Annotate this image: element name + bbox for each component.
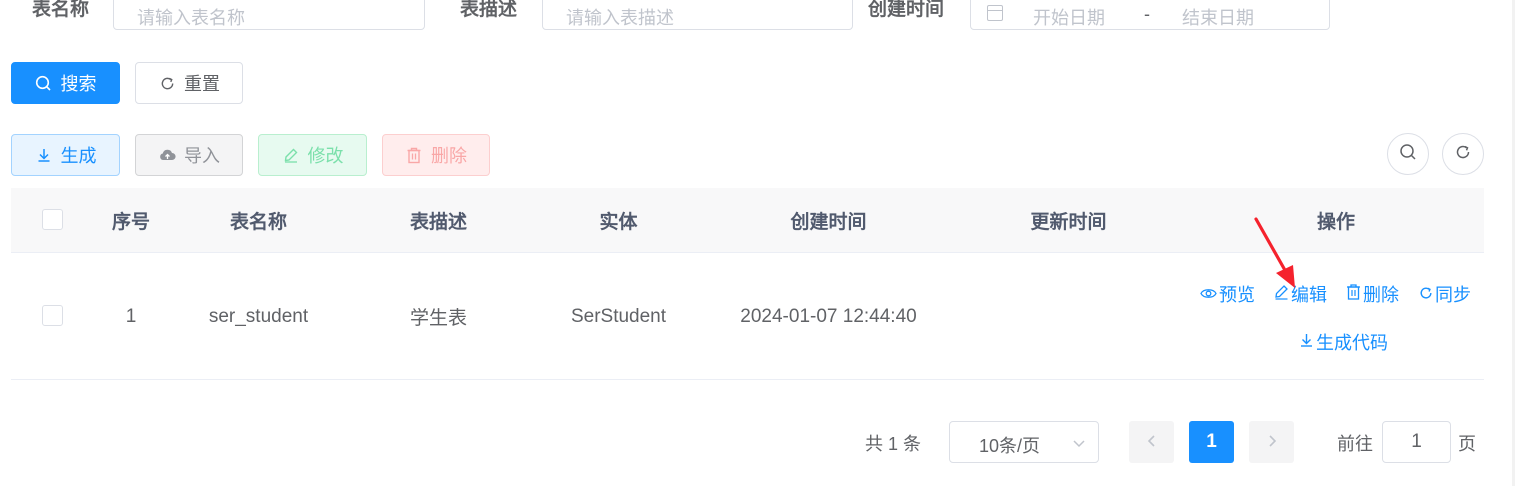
download-icon: [1299, 332, 1314, 353]
sync-link[interactable]: 同步: [1419, 281, 1471, 307]
pagination-total: 共 1 条: [865, 434, 922, 454]
end-date-input[interactable]: 结束日期: [1182, 4, 1254, 30]
cell-table-name: ser_student: [208, 305, 309, 327]
page-number-current[interactable]: 1: [1189, 421, 1234, 463]
search-button[interactable]: 搜索: [11, 62, 120, 104]
cell-entity: SerStudent: [570, 305, 667, 327]
table-name-placeholder: 请输入表名称: [137, 8, 245, 28]
refresh-icon: [1455, 144, 1471, 165]
calendar-icon: [987, 5, 1003, 21]
refresh-icon: [158, 74, 176, 92]
cell-table-desc: 学生表: [409, 308, 467, 329]
download-icon: [35, 146, 53, 164]
toggle-search-button[interactable]: [1387, 133, 1429, 175]
delete-link-label: 删除: [1363, 285, 1399, 305]
import-button-label: 导入: [184, 146, 220, 166]
edit-button-label: 修改: [307, 146, 344, 166]
search-icon: [1399, 143, 1417, 166]
table-desc-label: 表描述: [460, 0, 518, 20]
range-separator: -: [1144, 4, 1150, 24]
reset-button-label: 重置: [184, 74, 220, 94]
table-desc-placeholder: 请输入表描述: [566, 8, 674, 28]
goto-label: 前往: [1337, 434, 1373, 454]
next-page-button[interactable]: [1249, 421, 1294, 463]
prev-page-button[interactable]: [1129, 421, 1174, 463]
column-header-entity: 实体: [599, 212, 638, 233]
select-all-checkbox[interactable]: [42, 209, 63, 230]
chevron-left-icon: [1146, 432, 1158, 453]
goto-page-input[interactable]: 1: [1382, 421, 1451, 463]
generate-code-link-label: 生成代码: [1316, 333, 1388, 353]
cell-index: 1: [125, 305, 137, 327]
annotation-arrow-icon: [1254, 217, 1295, 288]
start-date-input[interactable]: 开始日期: [1033, 4, 1105, 30]
column-header-create-time: 创建时间: [790, 212, 867, 233]
pencil-icon: [282, 146, 300, 164]
column-header-table-desc: 表描述: [409, 212, 467, 233]
trash-icon: [405, 146, 423, 164]
table-desc-input[interactable]: 请输入表描述: [542, 0, 853, 30]
eye-icon: [1200, 284, 1217, 305]
column-header-update-time: 更新时间: [1030, 212, 1107, 233]
generate-button[interactable]: 生成: [11, 134, 120, 176]
generate-code-link[interactable]: 生成代码: [1299, 329, 1388, 355]
trash-icon: [1346, 283, 1361, 305]
refresh-icon: [1419, 284, 1433, 305]
table-name-input[interactable]: 请输入表名称: [113, 0, 425, 30]
generate-button-label: 生成: [60, 146, 97, 166]
delete-link[interactable]: 删除: [1346, 281, 1399, 307]
column-header-table-name: 表名称: [229, 212, 287, 233]
reset-button[interactable]: 重置: [135, 62, 243, 104]
chevron-right-icon: [1266, 432, 1278, 453]
column-header-index: 序号: [111, 212, 150, 233]
cell-update-time: [961, 253, 1176, 380]
sync-link-label: 同步: [1435, 285, 1471, 305]
delete-button-label: 删除: [431, 146, 467, 166]
page-size-value: 10条/页: [979, 436, 1041, 456]
cell-create-time: 2024-01-07 12:44:40: [740, 305, 917, 327]
cloud-upload-icon: [158, 146, 176, 164]
table-name-label: 表名称: [32, 0, 90, 20]
import-button[interactable]: 导入: [135, 134, 243, 176]
page-size-select[interactable]: 10条/页: [949, 421, 1099, 463]
column-header-actions: 操作: [1316, 212, 1355, 233]
delete-button[interactable]: 删除: [382, 134, 490, 176]
page-suffix-label: 页: [1458, 434, 1476, 454]
edit-button[interactable]: 修改: [258, 134, 367, 176]
create-time-label: 创建时间: [868, 0, 945, 20]
chevron-down-icon: [1072, 434, 1086, 455]
search-icon: [35, 74, 53, 92]
search-button-label: 搜索: [60, 74, 97, 94]
create-time-range-picker[interactable]: 开始日期 - 结束日期: [970, 0, 1330, 30]
row-checkbox[interactable]: [42, 305, 63, 326]
refresh-table-button[interactable]: [1442, 133, 1484, 175]
